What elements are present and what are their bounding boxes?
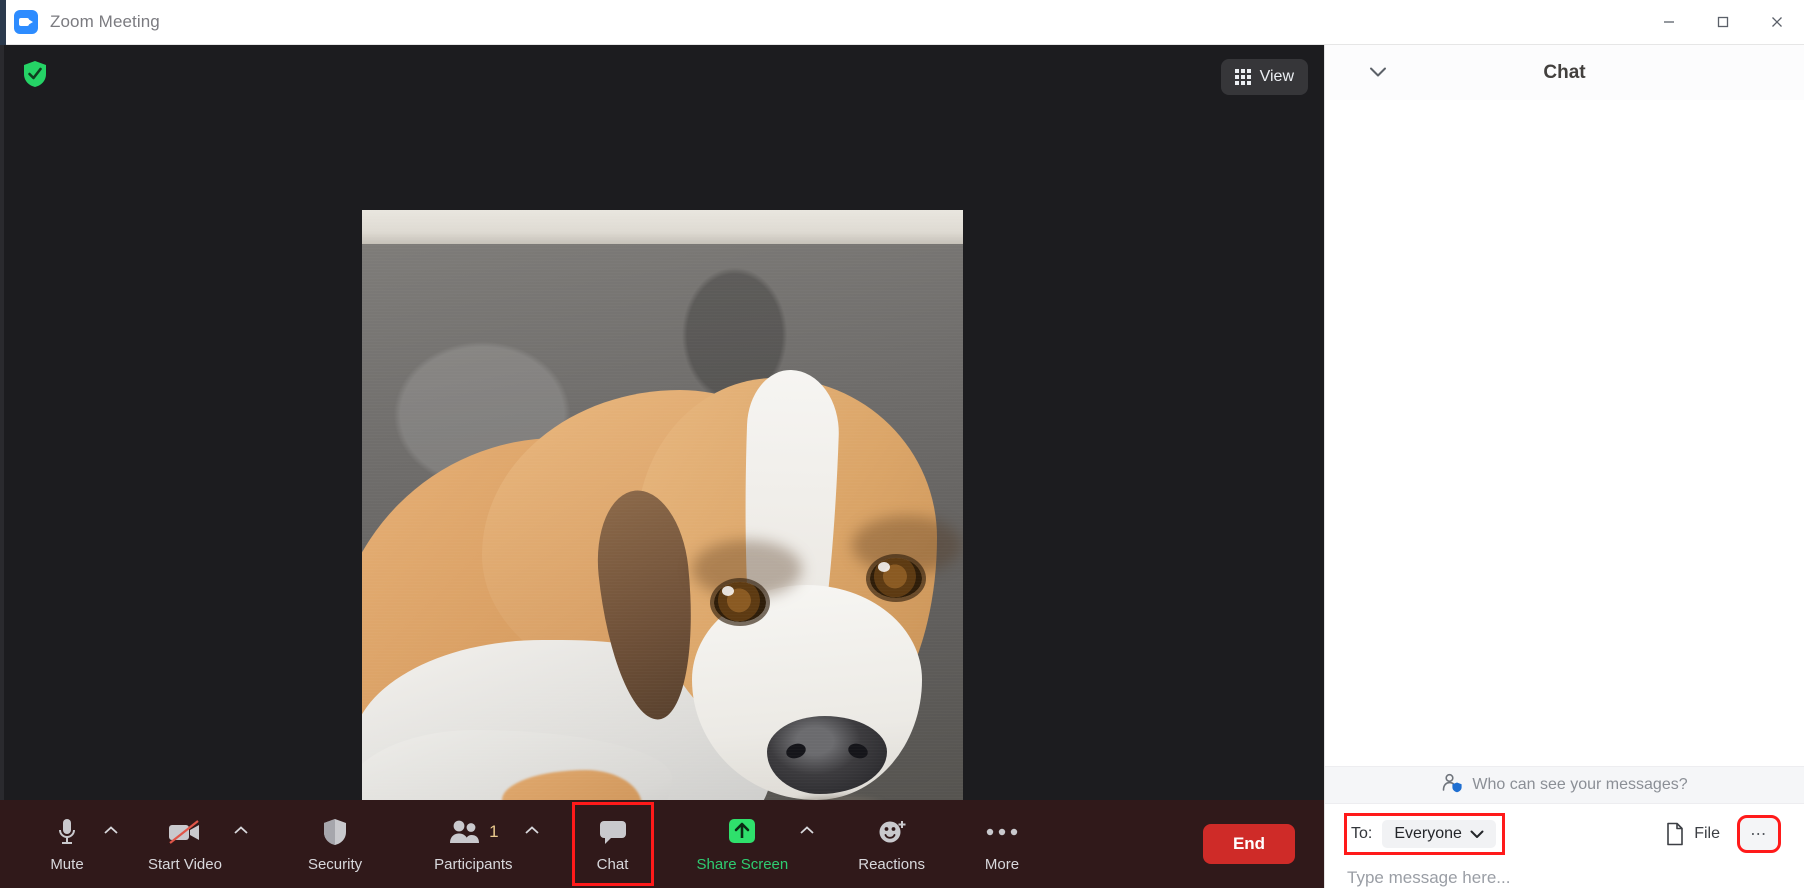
stage-left-edge [0, 45, 4, 800]
minimize-icon [1662, 15, 1676, 29]
chat-file-label: File [1694, 825, 1720, 843]
participant-video-tile[interactable] [362, 210, 963, 800]
share-arrow-icon [726, 815, 758, 849]
chat-panel: Chat Who can see your messages? To: Ever… [1324, 45, 1804, 888]
chat-compose-area: To: Everyone File ⋯ [1325, 804, 1804, 888]
window-controls [1642, 0, 1804, 44]
chat-recipient-dropdown[interactable]: Everyone [1382, 820, 1496, 848]
share-screen-label: Share Screen [697, 856, 789, 873]
shield-icon [321, 815, 349, 849]
chat-collapse-button[interactable] [1369, 64, 1387, 81]
security-button[interactable]: Security [302, 808, 368, 880]
reactions-button[interactable]: Reactions [852, 808, 931, 880]
encryption-shield-icon[interactable] [22, 60, 48, 88]
participants-label: Participants [434, 856, 512, 873]
chat-file-button[interactable]: File [1665, 822, 1720, 846]
chat-privacy-notice[interactable]: Who can see your messages? [1325, 766, 1804, 804]
close-icon [1770, 15, 1784, 29]
chevron-up-icon [525, 826, 539, 835]
start-video-label: Start Video [148, 856, 222, 873]
chat-message-input[interactable] [1347, 868, 1778, 888]
share-screen-button[interactable]: Share Screen [691, 808, 795, 880]
chevron-up-icon [234, 826, 248, 835]
grid-icon [1235, 69, 1251, 85]
more-button[interactable]: More [971, 808, 1033, 880]
chevron-down-icon [1369, 66, 1387, 77]
window-title-bar: Zoom Meeting [0, 0, 1804, 45]
participants-count: 1 [489, 822, 498, 842]
view-button[interactable]: View [1221, 59, 1308, 95]
video-off-icon [165, 815, 205, 849]
chat-panel-title: Chat [1543, 62, 1585, 84]
chevron-up-icon [800, 826, 814, 835]
start-video-button[interactable]: Start Video [142, 808, 228, 880]
document-icon [1665, 822, 1685, 846]
video-options-caret[interactable] [228, 810, 254, 878]
chat-to-label: To: [1351, 825, 1372, 843]
maximize-button[interactable] [1696, 0, 1750, 44]
title-bar-accent [0, 0, 6, 45]
more-label: More [985, 856, 1019, 873]
reactions-label: Reactions [858, 856, 925, 873]
chat-compose-toolbar: To: Everyone File ⋯ [1325, 814, 1804, 854]
chat-privacy-text: Who can see your messages? [1472, 776, 1687, 794]
chat-label: Chat [597, 856, 629, 873]
audio-options-caret[interactable] [98, 810, 124, 878]
chat-bubble-icon [598, 815, 628, 849]
maximize-icon [1716, 15, 1730, 29]
smiley-plus-icon [876, 815, 908, 849]
chat-message-list [1325, 100, 1804, 766]
participants-button[interactable]: 1 Participants [428, 808, 518, 880]
meeting-control-toolbar: Mute Start Video Security [0, 800, 1324, 888]
chat-panel-header: Chat [1325, 45, 1804, 100]
view-button-label: View [1260, 68, 1294, 86]
chat-recipient-selector[interactable]: To: Everyone [1347, 816, 1502, 852]
microphone-icon [56, 815, 78, 849]
dog-photo [362, 210, 963, 800]
people-icon-wrap: 1 [448, 815, 498, 849]
end-meeting-button[interactable]: End [1203, 824, 1295, 864]
participants-options-caret[interactable] [519, 810, 545, 878]
chevron-up-icon [104, 826, 118, 835]
chevron-down-icon [1470, 830, 1484, 839]
security-label: Security [308, 856, 362, 873]
chat-recipient-value: Everyone [1394, 825, 1462, 843]
zoom-camera-icon [14, 10, 38, 34]
mute-label: Mute [50, 856, 83, 873]
chat-more-options-button[interactable]: ⋯ [1740, 818, 1778, 850]
person-shield-icon [1441, 773, 1463, 798]
ellipsis-icon [985, 815, 1019, 849]
window-title: Zoom Meeting [50, 12, 160, 32]
mute-button[interactable]: Mute [36, 808, 98, 880]
close-button[interactable] [1750, 0, 1804, 44]
share-options-caret[interactable] [794, 810, 820, 878]
people-icon [448, 819, 482, 845]
minimize-button[interactable] [1642, 0, 1696, 44]
chat-button[interactable]: Chat [575, 805, 651, 883]
meeting-video-stage: View [0, 45, 1324, 800]
